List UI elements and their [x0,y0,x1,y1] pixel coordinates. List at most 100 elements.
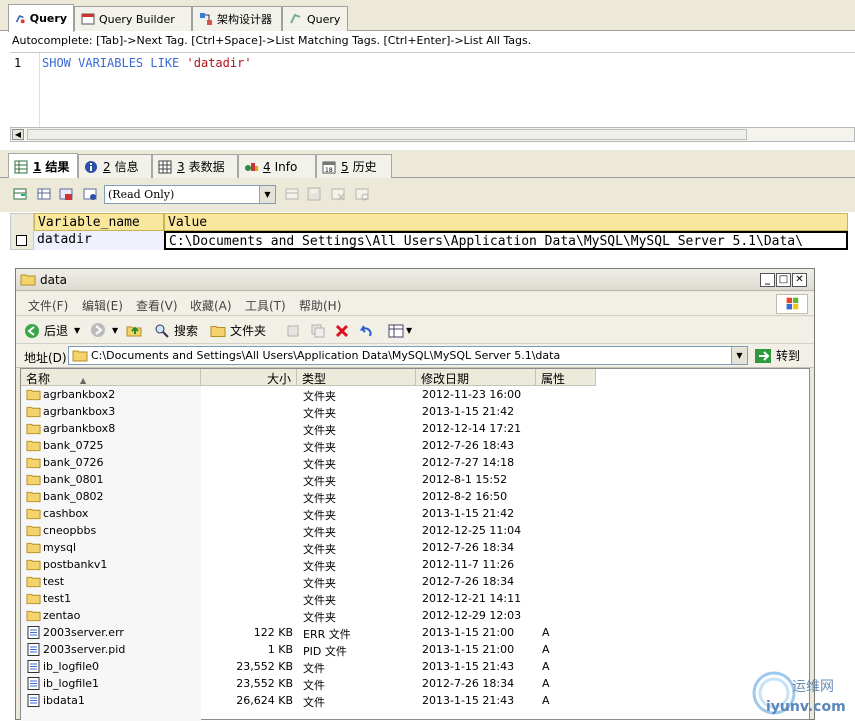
file-row[interactable]: ib_logfile0 23,552 KB 文件 2013-1-15 21:43 A [21,658,801,675]
tab-number: 5 [341,159,349,174]
filter-grid-icon[interactable] [82,186,98,202]
file-name: 2003server.err [43,626,124,639]
chevron-down-icon[interactable]: ▼ [731,347,747,364]
file-row[interactable]: 2003server.err 122 KB ERR 文件 2013-1-15 21:0… [21,624,801,641]
file-row[interactable]: cneopbbs 文件夹 2012-12-25 11:04 [21,522,801,539]
close-button[interactable]: ✕ [792,273,807,287]
file-name: ibdata1 [43,694,85,707]
file-row[interactable]: mysql 文件夹 2012-7-26 18:34 [21,539,801,556]
copy-grid-icon[interactable] [36,186,52,202]
folders-button[interactable]: 文件夹 [210,322,266,339]
views-icon[interactable] [388,323,404,339]
sql-editor[interactable]: 1 SHOW VARIABLES LIKE 'datadir' [10,52,855,128]
copy-to-icon[interactable] [310,323,326,339]
file-row[interactable]: bank_0725 文件夹 2012-7-26 18:43 [21,437,801,454]
window-title: data [40,272,68,287]
tab-table-data[interactable]: 3 表数据 [152,154,238,178]
menu-favorites[interactable]: 收藏(A) [190,297,232,314]
menu-edit[interactable]: 编辑(E) [82,297,123,314]
file-type: 文件夹 [303,543,336,556]
menu-tools[interactable]: 工具(T) [245,297,286,314]
column-header-attributes[interactable]: 属性 [536,369,596,386]
file-row[interactable]: zentao 文件夹 2012-12-29 12:03 [21,607,801,624]
column-header-size[interactable]: 大小 [201,369,297,386]
tab-results[interactable]: 1 结果 [8,153,78,179]
scroll-left-icon[interactable]: ◀ [12,129,24,140]
up-folder-icon[interactable] [126,322,142,338]
go-button[interactable]: 转到 [754,347,800,364]
file-row[interactable]: test1 文件夹 2012-12-21 14:11 [21,590,801,607]
edit-mode-select[interactable]: (Read Only) ▼ [104,185,276,204]
file-icon [27,677,40,690]
chevron-down-icon[interactable]: ▼ [259,186,275,203]
tab-query-builder[interactable]: Query Builder [74,6,192,31]
scroll-thumb[interactable] [27,129,747,140]
row-checkbox[interactable] [16,235,27,246]
save-grid-icon[interactable] [58,186,74,202]
explorer-title-bar[interactable]: data _ □ ✕ [16,269,814,291]
file-row[interactable]: ibdata1 26,624 KB 文件 2013-1-15 21:43 A [21,692,801,709]
sql-code[interactable]: SHOW VARIABLES LIKE 'datadir' [42,56,252,70]
file-row[interactable]: agrbankbox2 文件夹 2012-11-23 16:00 [21,386,801,403]
file-type: 文件夹 [303,424,336,437]
file-row[interactable]: bank_0801 文件夹 2012-8-1 15:52 [21,471,801,488]
search-button[interactable]: 搜索 [154,322,198,339]
file-row[interactable]: ib_logfile1 23,552 KB 文件 2012-7-26 18:34 A [21,675,801,692]
export-icon[interactable] [12,186,28,202]
file-row[interactable]: postbankv1 文件夹 2012-11-7 11:26 [21,556,801,573]
tab-label: 信息 [114,160,139,174]
chevron-down-icon[interactable]: ▼ [406,326,412,335]
folder-icon [26,406,41,418]
file-type: 文件夹 [303,611,336,624]
folder-icon [26,508,41,520]
maximize-button[interactable]: □ [776,273,791,287]
folders-label: 文件夹 [230,324,267,338]
tab-query-2[interactable]: Query [282,6,348,31]
file-type: 文件夹 [303,458,336,471]
address-input[interactable]: C:\Documents and Settings\All Users\Appl… [68,346,748,365]
chevron-down-icon[interactable]: ▼ [74,326,80,335]
tab-info[interactable]: 4 Info [238,154,316,178]
undo-icon[interactable] [358,323,374,339]
file-row[interactable]: bank_0802 文件夹 2012-8-2 16:50 [21,488,801,505]
cell-value[interactable]: C:\Documents and Settings\All Users\Appl… [164,231,848,250]
file-type: 文件 [303,679,325,692]
table-icon [81,13,95,25]
file-row[interactable]: test 文件夹 2012-7-26 18:34 [21,573,801,590]
file-row[interactable]: agrbankbox3 文件夹 2013-1-15 21:42 [21,403,801,420]
file-list[interactable]: 名称 ▲ 大小 类型 修改日期 属性 agrbankbox2 文件夹 2012-11-… [20,368,810,721]
column-header-variable-name[interactable]: Variable_name [34,213,164,231]
menu-help[interactable]: 帮助(H) [299,297,341,314]
tab-messages[interactable]: 2 信息 [78,154,152,178]
editor-horizontal-scrollbar[interactable]: ◀ [10,127,855,142]
delete-icon[interactable] [334,323,350,339]
folder-icon [26,542,41,554]
file-row[interactable]: 2003server.pid 1 KB PID 文件 2013-1-15 21:00 A [21,641,801,658]
file-row[interactable]: agrbankbox8 文件夹 2012-12-14 17:21 [21,420,801,437]
cell-variable-name[interactable]: datadir [34,231,164,250]
column-header-date[interactable]: 修改日期 [416,369,536,386]
tab-label: Query [29,12,67,25]
forward-arrow-icon[interactable] [90,322,106,338]
menu-view[interactable]: 查看(V) [136,297,178,314]
column-header-value[interactable]: Value [164,213,848,231]
column-header-name[interactable]: 名称 ▲ [21,369,201,386]
tab-query[interactable]: Query [8,4,74,32]
minimize-button[interactable]: _ [760,273,775,287]
delete-row-icon[interactable] [330,186,346,202]
move-to-icon[interactable] [286,323,302,339]
folder-icon [26,389,41,401]
save-row-icon[interactable] [306,186,322,202]
column-header-type[interactable]: 类型 [297,369,416,386]
file-row[interactable]: bank_0726 文件夹 2012-7-27 14:18 [21,454,801,471]
menu-file[interactable]: 文件(F) [28,297,68,314]
tab-schema-designer[interactable]: 架构设计器 [192,6,282,31]
file-icon [27,626,40,639]
insert-row-icon[interactable] [284,186,300,202]
back-button[interactable]: 后退 ▼ [24,322,80,339]
file-attributes: A [542,643,550,656]
tab-history[interactable]: 18 5 历史 [316,154,392,178]
refresh-row-icon[interactable] [354,186,370,202]
chevron-down-icon[interactable]: ▼ [112,326,118,335]
file-row[interactable]: cashbox 文件夹 2013-1-15 21:42 [21,505,801,522]
